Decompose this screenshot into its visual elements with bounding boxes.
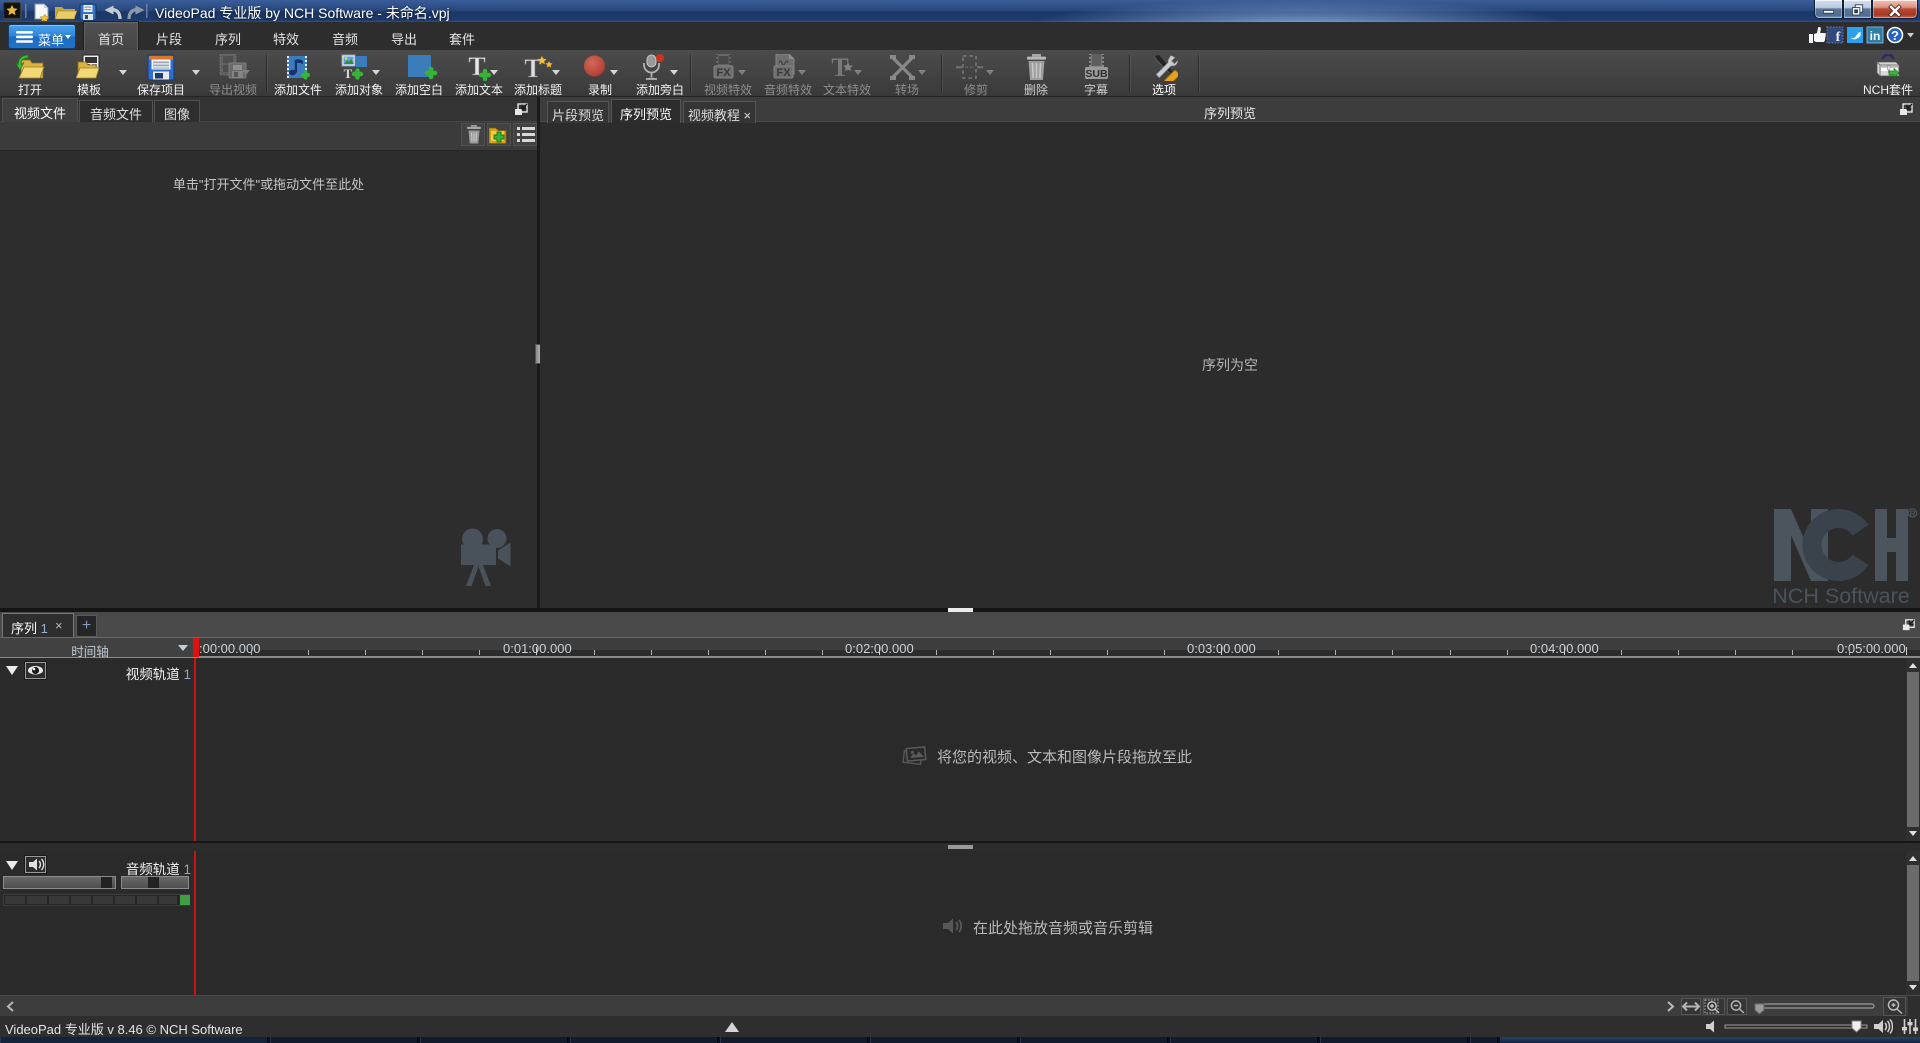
svg-text:FX: FX [776,67,791,79]
svg-text:in: in [1870,29,1881,43]
svg-text:T: T [344,66,353,81]
svg-text:f: f [1836,30,1841,44]
svg-text:T: T [524,54,541,81]
svg-text:?: ? [1891,28,1899,43]
svg-text:SUB: SUB [1085,68,1108,80]
svg-text:NCH Software: NCH Software [1772,584,1909,608]
svg-text:FX: FX [716,67,731,79]
svg-text:R: R [1910,510,1916,519]
